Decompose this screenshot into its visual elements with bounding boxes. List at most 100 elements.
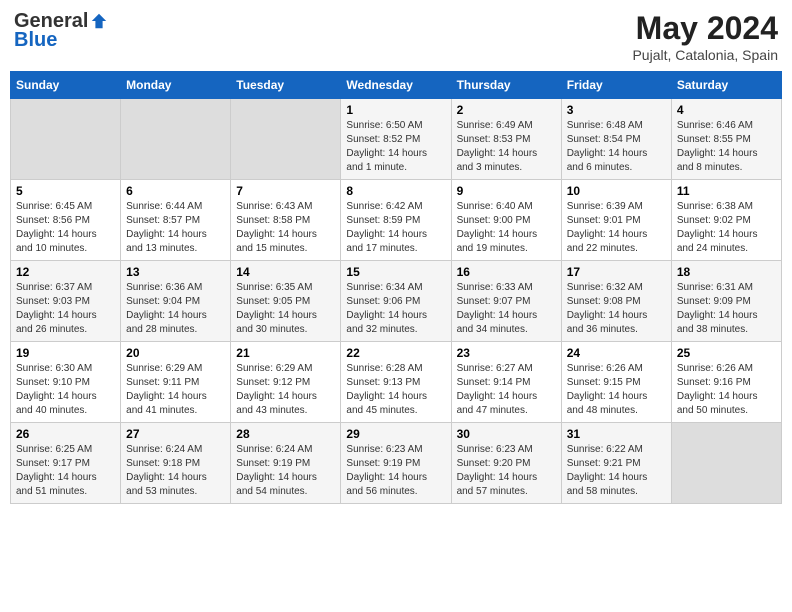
day-info: Sunrise: 6:23 AMSunset: 9:20 PMDaylight:… <box>457 443 556 499</box>
day-info: Sunrise: 6:22 AMSunset: 9:21 PMDaylight:… <box>567 443 666 499</box>
day-info: Sunrise: 6:24 AMSunset: 9:19 PMDaylight:… <box>236 443 335 499</box>
day-number: 20 <box>126 346 225 360</box>
day-number: 23 <box>457 346 556 360</box>
day-number: 17 <box>567 265 666 279</box>
day-cell: 27Sunrise: 6:24 AMSunset: 9:18 PMDayligh… <box>121 423 231 504</box>
header-cell-friday: Friday <box>561 72 671 99</box>
day-info: Sunrise: 6:39 AMSunset: 9:01 PMDaylight:… <box>567 200 666 256</box>
day-info: Sunrise: 6:34 AMSunset: 9:06 PMDaylight:… <box>346 281 445 337</box>
day-number: 9 <box>457 184 556 198</box>
day-cell <box>671 423 781 504</box>
day-cell <box>231 99 341 180</box>
day-info: Sunrise: 6:26 AMSunset: 9:15 PMDaylight:… <box>567 362 666 418</box>
day-info: Sunrise: 6:31 AMSunset: 9:09 PMDaylight:… <box>677 281 776 337</box>
day-info: Sunrise: 6:42 AMSunset: 8:59 PMDaylight:… <box>346 200 445 256</box>
day-info: Sunrise: 6:28 AMSunset: 9:13 PMDaylight:… <box>346 362 445 418</box>
logo-blue: Blue <box>14 29 57 52</box>
day-number: 27 <box>126 427 225 441</box>
day-number: 22 <box>346 346 445 360</box>
day-number: 15 <box>346 265 445 279</box>
day-info: Sunrise: 6:30 AMSunset: 9:10 PMDaylight:… <box>16 362 115 418</box>
day-cell: 13Sunrise: 6:36 AMSunset: 9:04 PMDayligh… <box>121 261 231 342</box>
day-cell: 12Sunrise: 6:37 AMSunset: 9:03 PMDayligh… <box>11 261 121 342</box>
day-number: 10 <box>567 184 666 198</box>
day-info: Sunrise: 6:32 AMSunset: 9:08 PMDaylight:… <box>567 281 666 337</box>
day-number: 4 <box>677 103 776 117</box>
header-cell-wednesday: Wednesday <box>341 72 451 99</box>
calendar-table: SundayMondayTuesdayWednesdayThursdayFrid… <box>10 71 782 504</box>
week-row-3: 12Sunrise: 6:37 AMSunset: 9:03 PMDayligh… <box>11 261 782 342</box>
header-row: SundayMondayTuesdayWednesdayThursdayFrid… <box>11 72 782 99</box>
day-cell: 23Sunrise: 6:27 AMSunset: 9:14 PMDayligh… <box>451 342 561 423</box>
day-cell: 18 Sunrise: 6:31 AMSunset: 9:09 PMDayligh… <box>671 261 781 342</box>
day-cell: 6Sunrise: 6:44 AMSunset: 8:57 PMDaylight… <box>121 180 231 261</box>
day-cell: 30 Sunrise: 6:23 AMSunset: 9:20 PMDayligh… <box>451 423 561 504</box>
day-cell: 15 Sunrise: 6:34 AMSunset: 9:06 PMDayligh… <box>341 261 451 342</box>
title-block: May 2024 Pujalt, Catalonia, Spain <box>632 10 778 63</box>
day-info: Sunrise: 6:50 AMSunset: 8:52 PMDaylight:… <box>346 119 445 175</box>
day-cell: 7Sunrise: 6:43 AMSunset: 8:58 PMDaylight… <box>231 180 341 261</box>
day-cell: 22 Sunrise: 6:28 AMSunset: 9:13 PMDayligh… <box>341 342 451 423</box>
logo: General Blue <box>14 10 108 52</box>
day-cell: 19Sunrise: 6:30 AMSunset: 9:10 PMDayligh… <box>11 342 121 423</box>
day-info: Sunrise: 6:37 AMSunset: 9:03 PMDaylight:… <box>16 281 115 337</box>
day-number: 29 <box>346 427 445 441</box>
day-number: 24 <box>567 346 666 360</box>
day-cell: 3Sunrise: 6:48 AMSunset: 8:54 PMDaylight… <box>561 99 671 180</box>
day-number: 30 <box>457 427 556 441</box>
day-number: 2 <box>457 103 556 117</box>
day-number: 5 <box>16 184 115 198</box>
logo-icon <box>90 12 108 30</box>
day-number: 16 <box>457 265 556 279</box>
day-number: 14 <box>236 265 335 279</box>
day-cell: 4 Sunrise: 6:46 AMSunset: 8:55 PMDaylight… <box>671 99 781 180</box>
header-cell-thursday: Thursday <box>451 72 561 99</box>
day-cell: 24 Sunrise: 6:26 AMSunset: 9:15 PMDayligh… <box>561 342 671 423</box>
day-number: 21 <box>236 346 335 360</box>
day-info: Sunrise: 6:25 AMSunset: 9:17 PMDaylight:… <box>16 443 115 499</box>
day-info: Sunrise: 6:44 AMSunset: 8:57 PMDaylight:… <box>126 200 225 256</box>
subtitle: Pujalt, Catalonia, Spain <box>632 47 778 63</box>
day-info: Sunrise: 6:49 AMSunset: 8:53 PMDaylight:… <box>457 119 556 175</box>
day-number: 28 <box>236 427 335 441</box>
day-info: Sunrise: 6:26 AMSunset: 9:16 PMDaylight:… <box>677 362 776 418</box>
day-info: Sunrise: 6:23 AMSunset: 9:19 PMDaylight:… <box>346 443 445 499</box>
day-number: 7 <box>236 184 335 198</box>
day-number: 8 <box>346 184 445 198</box>
day-cell: 10 Sunrise: 6:39 AMSunset: 9:01 PMDayligh… <box>561 180 671 261</box>
day-cell: 16 Sunrise: 6:33 AMSunset: 9:07 PMDayligh… <box>451 261 561 342</box>
day-number: 31 <box>567 427 666 441</box>
day-number: 18 <box>677 265 776 279</box>
page-header: General Blue May 2024 Pujalt, Catalonia,… <box>10 10 782 63</box>
day-info: Sunrise: 6:45 AMSunset: 8:56 PMDaylight:… <box>16 200 115 256</box>
day-info: Sunrise: 6:38 AMSunset: 9:02 PMDaylight:… <box>677 200 776 256</box>
day-info: Sunrise: 6:35 AMSunset: 9:05 PMDaylight:… <box>236 281 335 337</box>
header-cell-sunday: Sunday <box>11 72 121 99</box>
day-info: Sunrise: 6:46 AMSunset: 8:55 PMDaylight:… <box>677 119 776 175</box>
day-cell <box>121 99 231 180</box>
day-cell: 1Sunrise: 6:50 AMSunset: 8:52 PMDaylight… <box>341 99 451 180</box>
calendar-body: 1Sunrise: 6:50 AMSunset: 8:52 PMDaylight… <box>11 99 782 504</box>
day-cell: 17 Sunrise: 6:32 AMSunset: 9:08 PMDayligh… <box>561 261 671 342</box>
header-cell-tuesday: Tuesday <box>231 72 341 99</box>
day-info: Sunrise: 6:33 AMSunset: 9:07 PMDaylight:… <box>457 281 556 337</box>
day-info: Sunrise: 6:40 AMSunset: 9:00 PMDaylight:… <box>457 200 556 256</box>
day-cell: 9 Sunrise: 6:40 AMSunset: 9:00 PMDaylight… <box>451 180 561 261</box>
day-cell: 28 Sunrise: 6:24 AMSunset: 9:19 PMDayligh… <box>231 423 341 504</box>
day-number: 13 <box>126 265 225 279</box>
day-cell: 2 Sunrise: 6:49 AMSunset: 8:53 PMDaylight… <box>451 99 561 180</box>
day-cell: 20Sunrise: 6:29 AMSunset: 9:11 PMDayligh… <box>121 342 231 423</box>
day-cell: 29 Sunrise: 6:23 AMSunset: 9:19 PMDayligh… <box>341 423 451 504</box>
day-info: Sunrise: 6:48 AMSunset: 8:54 PMDaylight:… <box>567 119 666 175</box>
header-cell-monday: Monday <box>121 72 231 99</box>
week-row-1: 1Sunrise: 6:50 AMSunset: 8:52 PMDaylight… <box>11 99 782 180</box>
header-cell-saturday: Saturday <box>671 72 781 99</box>
calendar-header: SundayMondayTuesdayWednesdayThursdayFrid… <box>11 72 782 99</box>
day-number: 26 <box>16 427 115 441</box>
day-cell: 14 Sunrise: 6:35 AMSunset: 9:05 PMDayligh… <box>231 261 341 342</box>
day-cell <box>11 99 121 180</box>
day-cell: 31 Sunrise: 6:22 AMSunset: 9:21 PMDayligh… <box>561 423 671 504</box>
week-row-2: 5 Sunrise: 6:45 AMSunset: 8:56 PMDaylight… <box>11 180 782 261</box>
day-number: 11 <box>677 184 776 198</box>
day-cell: 11 Sunrise: 6:38 AMSunset: 9:02 PMDayligh… <box>671 180 781 261</box>
